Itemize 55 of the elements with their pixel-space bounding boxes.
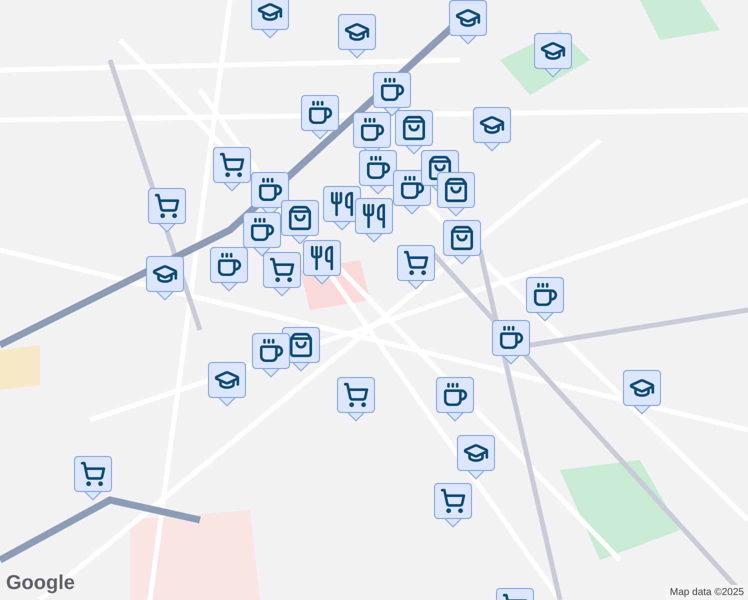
fork-knife-icon (329, 191, 355, 217)
restaurant-marker[interactable] (303, 240, 341, 286)
coffee-cup-icon (258, 338, 284, 364)
shopping-bag-icon (449, 225, 475, 251)
school-marker[interactable] (473, 107, 511, 153)
coffee-marker[interactable] (492, 320, 530, 366)
school-marker[interactable] (208, 362, 246, 408)
grocery-marker[interactable] (148, 188, 186, 234)
map-logo: Google (6, 571, 75, 596)
fork-knife-icon (361, 203, 387, 229)
coffee-cup-icon (379, 77, 405, 103)
grocery-marker[interactable] (213, 147, 251, 193)
grocery-marker[interactable] (397, 245, 435, 291)
school-marker[interactable] (623, 370, 661, 416)
school-marker[interactable] (457, 435, 495, 481)
coffee-marker[interactable] (359, 150, 397, 196)
coffee-marker[interactable] (373, 72, 411, 118)
shopping-marker[interactable] (443, 220, 481, 266)
coffee-cup-icon (532, 282, 558, 308)
coffee-marker[interactable] (252, 333, 290, 379)
shopping-marker[interactable] (281, 200, 319, 246)
coffee-cup-icon (257, 177, 283, 203)
school-marker[interactable] (449, 0, 487, 46)
shopping-marker[interactable] (395, 110, 433, 156)
shopping-bag-icon (427, 155, 453, 181)
coffee-cup-icon (249, 217, 275, 243)
coffee-cup-icon (359, 117, 385, 143)
restaurant-marker[interactable] (355, 198, 393, 244)
coffee-marker[interactable] (526, 277, 564, 323)
shopping-bag-icon (288, 332, 314, 358)
coffee-cup-icon (307, 100, 333, 126)
grocery-marker[interactable] (74, 456, 112, 502)
fork-knife-icon (309, 245, 335, 271)
school-marker[interactable] (146, 256, 184, 302)
coffee-cup-icon (399, 175, 425, 201)
school-marker[interactable] (251, 0, 289, 40)
coffee-marker[interactable] (301, 95, 339, 141)
school-marker[interactable] (534, 33, 572, 79)
school-marker[interactable] (338, 14, 376, 60)
restaurant-marker[interactable] (323, 186, 361, 232)
coffee-marker[interactable] (243, 212, 281, 258)
coffee-cup-icon (216, 252, 242, 278)
map-attribution: Map data ©2025 (666, 585, 748, 600)
grocery-marker[interactable] (263, 252, 301, 298)
shopping-bag-icon (287, 205, 313, 231)
coffee-cup-icon (498, 325, 524, 351)
shopping-bag-icon (401, 115, 427, 141)
grocery-marker[interactable] (337, 377, 375, 423)
coffee-marker[interactable] (210, 247, 248, 293)
coffee-cup-icon (442, 382, 468, 408)
grocery-marker[interactable] (434, 483, 472, 529)
coffee-marker[interactable] (436, 377, 474, 423)
coffee-cup-icon (365, 155, 391, 181)
shopping-bag-icon (443, 177, 469, 203)
shopping-marker[interactable] (437, 172, 475, 218)
